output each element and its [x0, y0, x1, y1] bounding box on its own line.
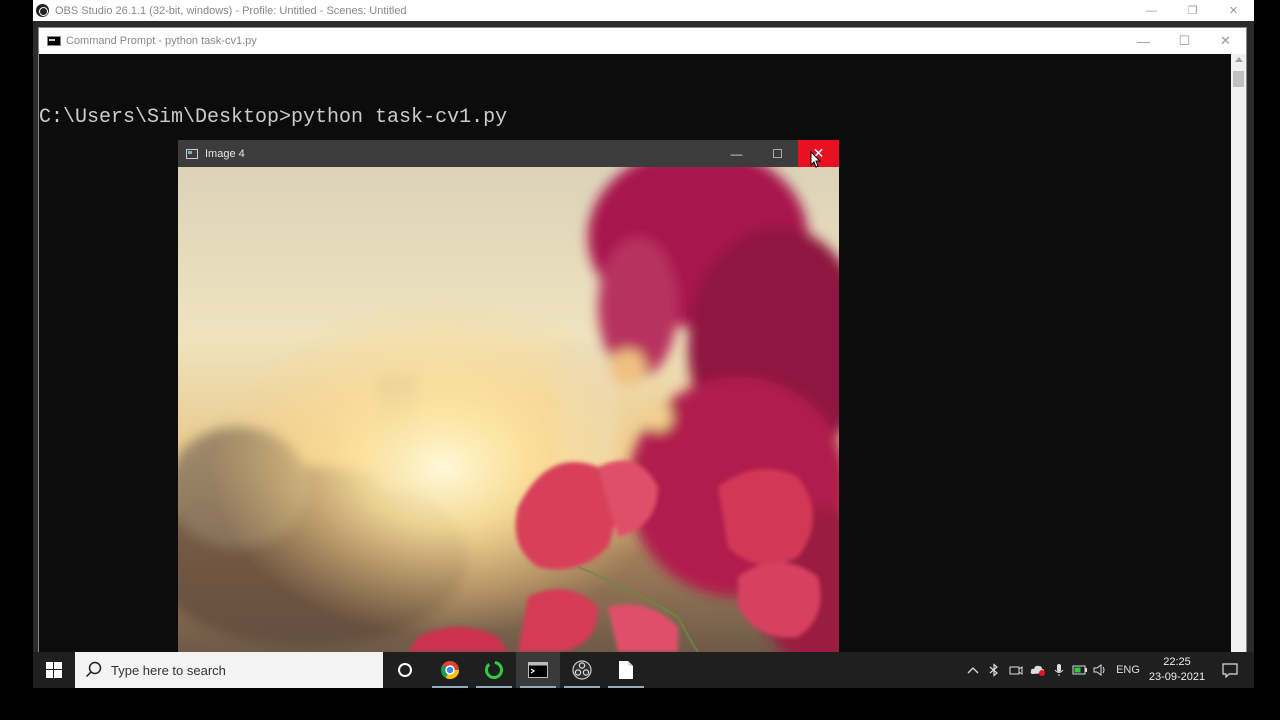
- cloud-error-icon: [1030, 665, 1045, 676]
- tray-camera-button[interactable]: [1006, 652, 1026, 688]
- taskbar: Type here to search ENG 22:25 23-09-2021: [33, 652, 1254, 688]
- scrollbar-thumb[interactable]: [1233, 71, 1244, 87]
- image-minimize-button[interactable]: —: [716, 140, 757, 167]
- cmd-window-title: Command Prompt - python task-cv1.py: [66, 35, 257, 47]
- windows-logo-icon: [46, 662, 62, 678]
- obs-logo-icon: [36, 4, 49, 17]
- obs-titlebar: OBS Studio 26.1.1 (32-bit, windows) - Pr…: [33, 0, 1254, 21]
- command-prompt-taskbar-button[interactable]: [516, 652, 560, 688]
- cortana-button[interactable]: [383, 652, 427, 688]
- obs-minimize-button[interactable]: —: [1131, 0, 1172, 21]
- chevron-up-icon: [967, 667, 979, 674]
- bougainvillea-photo: [178, 167, 839, 652]
- image-window-titlebar[interactable]: Image 4 — ☐ ✕: [178, 140, 839, 167]
- notification-icon: [1222, 663, 1238, 678]
- image-maximize-button[interactable]: ☐: [757, 140, 798, 167]
- taskbar-search-box[interactable]: Type here to search: [75, 652, 383, 688]
- tray-language-button[interactable]: ENG: [1113, 652, 1143, 688]
- obs-restore-button[interactable]: ❐: [1172, 0, 1213, 21]
- image-window-title: Image 4: [205, 147, 245, 160]
- obs-taskbar-button[interactable]: [560, 652, 604, 688]
- cmd-titlebar: Command Prompt - python task-cv1.py — ☐ …: [39, 28, 1246, 54]
- action-center-button[interactable]: [1213, 652, 1247, 688]
- clock-date: 23-09-2021: [1148, 671, 1206, 683]
- chrome-taskbar-button[interactable]: [428, 652, 472, 688]
- battery-icon: [1072, 665, 1087, 675]
- tray-volume-button[interactable]: [1091, 652, 1111, 688]
- scroll-up-arrow-icon[interactable]: [1235, 57, 1243, 62]
- obs-window-controls: — ❐ ✕: [1131, 0, 1254, 21]
- tray-bluetooth-button[interactable]: [984, 652, 1004, 688]
- cmd-scrollbar[interactable]: [1231, 54, 1246, 688]
- search-icon: [85, 661, 102, 678]
- obs-window-title: OBS Studio 26.1.1 (32-bit, windows) - Pr…: [55, 4, 407, 17]
- file-taskbar-button[interactable]: [604, 652, 648, 688]
- image-window-icon: [186, 148, 198, 159]
- obs-icon: [572, 660, 592, 680]
- cmd-maximize-button[interactable]: ☐: [1164, 28, 1205, 54]
- command-prompt-icon: [47, 36, 61, 46]
- search-placeholder: Type here to search: [111, 662, 226, 678]
- microphone-icon: [1054, 664, 1064, 676]
- clock-time: 22:25: [1163, 656, 1191, 668]
- tray-cloud-button[interactable]: [1028, 652, 1048, 688]
- loading-app-icon: [485, 661, 503, 679]
- camera-icon: [1009, 666, 1023, 675]
- tray-microphone-button[interactable]: [1049, 652, 1069, 688]
- cortana-icon: [398, 663, 412, 677]
- image-window: Image 4 — ☐ ✕: [178, 140, 839, 652]
- command-prompt-icon: [528, 662, 548, 678]
- chrome-icon: [441, 661, 459, 680]
- loading-app-taskbar-button[interactable]: [472, 652, 516, 688]
- tray-clock[interactable]: 22:25 23-09-2021: [1145, 655, 1209, 685]
- cmd-close-button[interactable]: ✕: [1205, 28, 1246, 54]
- cmd-prompt-line: C:\Users\Sim\Desktop>python task-cv1.py: [39, 106, 508, 129]
- cmd-minimize-button[interactable]: —: [1123, 28, 1164, 54]
- show-hidden-icons-button[interactable]: [963, 652, 983, 688]
- start-button[interactable]: [33, 652, 75, 688]
- file-icon: [619, 661, 633, 679]
- cmd-window-controls: — ☐ ✕: [1123, 28, 1246, 54]
- obs-close-button[interactable]: ✕: [1213, 0, 1254, 21]
- bluetooth-icon: [989, 663, 998, 677]
- tray-battery-button[interactable]: [1070, 652, 1090, 688]
- mouse-cursor-icon: [810, 151, 822, 168]
- volume-icon: [1093, 664, 1105, 676]
